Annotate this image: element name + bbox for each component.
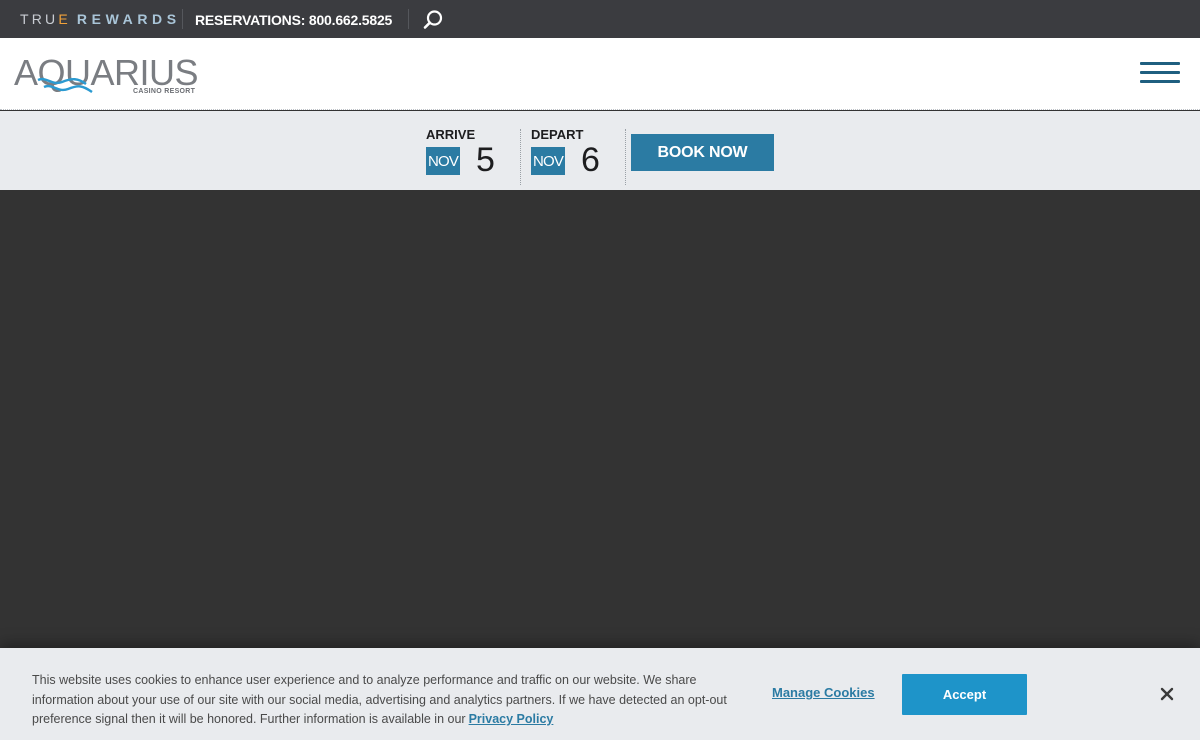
true-rewards-logo[interactable]: TRU E REWARDS <box>20 11 181 27</box>
topbar-divider <box>408 9 409 29</box>
accept-cookies-button[interactable]: Accept <box>902 674 1027 715</box>
rewards-logo-accent: E <box>58 11 71 27</box>
cookie-banner: This website uses cookies to enhance use… <box>0 648 1200 740</box>
brand-wave-icon <box>37 77 93 93</box>
depart-label: DEPART <box>531 127 584 142</box>
booking-divider <box>625 129 626 185</box>
brand-subtitle: CASINO RESORT <box>133 88 196 95</box>
cookie-text-body: This website uses cookies to enhance use… <box>32 673 727 726</box>
manage-cookies-button[interactable]: Manage Cookies <box>772 685 875 700</box>
reservations-phone-link[interactable]: RESERVATIONS: 800.662.5825 <box>195 12 392 28</box>
close-icon <box>1160 687 1174 701</box>
arrive-month: NOV <box>426 147 460 175</box>
search-button[interactable] <box>422 9 444 31</box>
hamburger-icon <box>1140 80 1180 83</box>
utility-bar: TRU E REWARDS RESERVATIONS: 800.662.5825 <box>0 0 1200 38</box>
site-header: AQUARIUS CASINO RESORT <box>0 38 1200 110</box>
depart-month: NOV <box>531 147 565 175</box>
topbar-divider <box>182 9 183 29</box>
book-now-button[interactable]: BOOK NOW <box>631 134 774 171</box>
rewards-logo-part1: TRU <box>20 11 59 27</box>
depart-date-picker[interactable]: DEPART NOV 6 <box>531 126 611 179</box>
booking-divider <box>520 129 521 185</box>
arrive-label: ARRIVE <box>426 127 476 142</box>
rewards-logo-part2: REWARDS <box>76 11 181 27</box>
menu-button[interactable] <box>1140 62 1180 84</box>
cookie-notice-text: This website uses cookies to enhance use… <box>32 671 732 730</box>
arrive-date-picker[interactable]: ARRIVE NOV 5 <box>426 126 506 179</box>
booking-bar: ARRIVE NOV 5 DEPART NOV 6 BOOK NOW <box>0 111 1200 190</box>
search-icon <box>423 10 443 29</box>
hamburger-icon <box>1140 71 1180 74</box>
depart-day: 6 <box>581 141 600 179</box>
arrive-day: 5 <box>476 141 495 179</box>
hero-area <box>0 190 1200 648</box>
aquarius-logo[interactable]: AQUARIUS CASINO RESORT <box>14 52 214 98</box>
close-banner-button[interactable] <box>1159 686 1175 702</box>
privacy-policy-link[interactable]: Privacy Policy <box>469 712 554 726</box>
hamburger-icon <box>1140 62 1180 65</box>
